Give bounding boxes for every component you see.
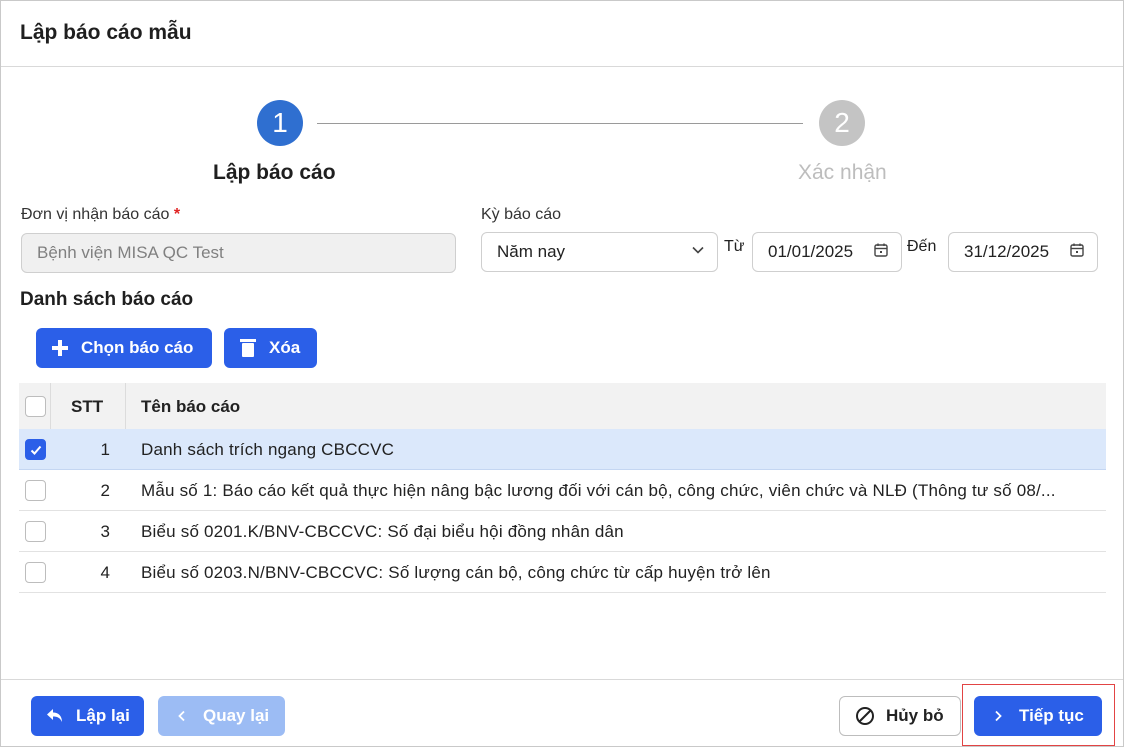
column-divider xyxy=(50,383,51,429)
from-date-input[interactable]: 01/01/2025 xyxy=(752,232,902,272)
to-date-input[interactable]: 31/12/2025 xyxy=(948,232,1098,272)
ban-icon xyxy=(855,706,875,726)
row-checkbox[interactable] xyxy=(25,562,46,583)
row-name: Danh sách trích ngang CBCCVC xyxy=(141,440,395,459)
column-divider xyxy=(125,383,126,429)
report-dialog: Lập báo cáo mẫu 1 2 Lập báo cáo Xác nhận… xyxy=(0,0,1124,747)
select-all-checkbox[interactable] xyxy=(25,396,46,417)
row-stt: 2 xyxy=(100,481,110,500)
unit-input-value: Bệnh viện MISA QC Test xyxy=(37,243,224,262)
chevron-down-icon xyxy=(691,242,705,262)
row-checkbox[interactable] xyxy=(25,480,46,501)
dialog-header: Lập báo cáo mẫu xyxy=(1,1,1123,67)
row-checkbox[interactable] xyxy=(25,521,46,542)
row-stt: 3 xyxy=(100,522,110,541)
highlight-box xyxy=(962,684,1115,746)
from-label: Từ xyxy=(724,238,745,255)
table-header: STT Tên báo cáo xyxy=(19,383,1106,429)
check-icon xyxy=(30,445,41,455)
chevron-left-icon xyxy=(172,706,192,726)
plus-icon xyxy=(50,338,70,358)
delete-label: Xóa xyxy=(269,338,301,357)
trash-icon xyxy=(238,338,258,358)
period-select[interactable]: Năm nay xyxy=(481,232,718,272)
back-button[interactable]: Quay lại xyxy=(158,696,285,736)
table-row[interactable]: 3 Biểu số 0201.K/BNV-CBCCVC: Số đại biểu… xyxy=(19,511,1106,552)
reset-button[interactable]: Lập lại xyxy=(31,696,144,736)
calendar-icon[interactable] xyxy=(1069,242,1085,263)
row-name: Biểu số 0203.N/BNV-CBCCVC: Số lượng cán … xyxy=(141,563,771,582)
choose-report-button[interactable]: Chọn báo cáo xyxy=(36,328,212,368)
undo-icon xyxy=(45,706,65,726)
to-date-value: 31/12/2025 xyxy=(964,242,1050,261)
row-stt: 4 xyxy=(100,563,110,582)
period-select-value: Năm nay xyxy=(497,242,566,261)
table-row[interactable]: 4 Biểu số 0203.N/BNV-CBCCVC: Số lượng cá… xyxy=(19,552,1106,593)
choose-report-label: Chọn báo cáo xyxy=(81,338,194,357)
calendar-icon[interactable] xyxy=(873,242,889,263)
report-list-title: Danh sách báo cáo xyxy=(20,289,194,310)
from-date-value: 01/01/2025 xyxy=(768,242,854,261)
table-row[interactable]: 2 Mẫu số 1: Báo cáo kết quả thực hiện nâ… xyxy=(19,470,1106,511)
dialog-title: Lập báo cáo mẫu xyxy=(20,21,192,44)
step-2-label: Xác nhận xyxy=(798,161,887,184)
period-label: Kỳ báo cáo xyxy=(481,206,562,223)
step-2-circle: 2 xyxy=(819,100,865,146)
column-header-name: Tên báo cáo xyxy=(141,397,241,416)
to-label: Đến xyxy=(907,238,937,255)
unit-input[interactable]: Bệnh viện MISA QC Test xyxy=(21,233,456,273)
step-1-circle: 1 xyxy=(257,100,303,146)
unit-label-text: Đơn vị nhận báo cáo xyxy=(21,206,170,223)
cancel-button[interactable]: Hủy bỏ xyxy=(839,696,961,736)
step-1-label: Lập báo cáo xyxy=(213,161,336,184)
required-mark: * xyxy=(173,206,181,223)
delete-button[interactable]: Xóa xyxy=(224,328,317,368)
table-row[interactable]: 1 Danh sách trích ngang CBCCVC xyxy=(19,429,1106,470)
back-label: Quay lại xyxy=(203,706,270,725)
row-stt: 1 xyxy=(100,440,110,459)
row-name: Biểu số 0201.K/BNV-CBCCVC: Số đại biểu h… xyxy=(141,522,624,541)
column-header-stt: STT xyxy=(71,397,104,416)
reset-label: Lập lại xyxy=(76,706,130,725)
unit-label: Đơn vị nhận báo cáo * xyxy=(21,206,180,224)
step-connector xyxy=(317,123,803,124)
row-checkbox[interactable] xyxy=(25,439,46,460)
cancel-label: Hủy bỏ xyxy=(886,706,944,725)
row-name: Mẫu số 1: Báo cáo kết quả thực hiện nâng… xyxy=(141,481,1056,500)
